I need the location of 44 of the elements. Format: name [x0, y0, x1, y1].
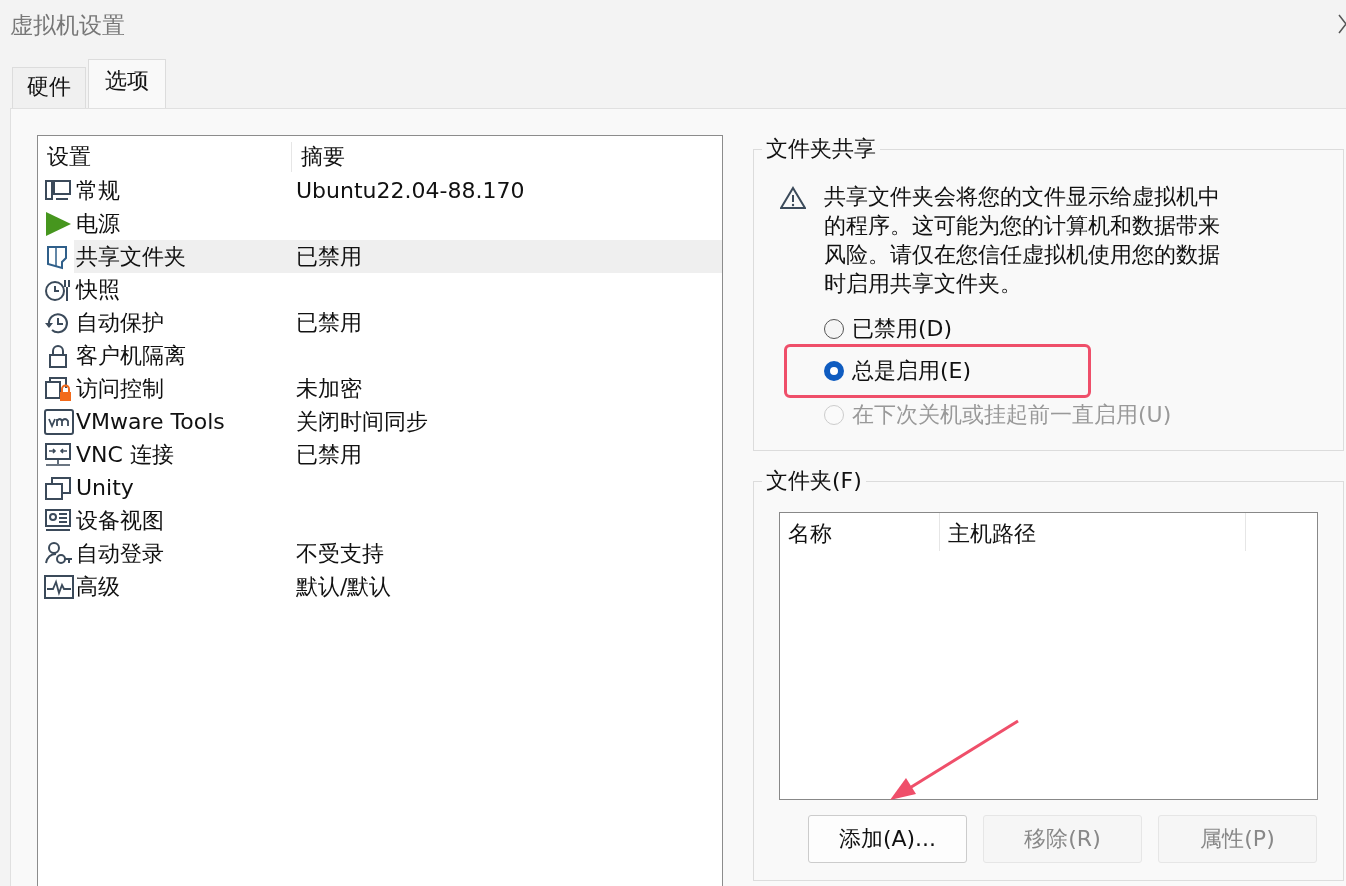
window-lock-icon — [44, 375, 74, 402]
add-button[interactable]: 添加(A)... — [808, 815, 967, 863]
vm-logo-icon — [44, 408, 74, 435]
warning-icon — [780, 186, 806, 210]
setting-name[interactable]: 客户机隔离 — [74, 339, 288, 372]
column-header[interactable]: 名称 — [780, 513, 940, 551]
setting-name[interactable]: 自动登录 — [74, 537, 288, 570]
pulse-icon — [44, 573, 74, 600]
setting-summary: 已禁用 — [296, 242, 362, 271]
setting-name[interactable]: VMware Tools — [74, 405, 288, 438]
radio-button[interactable] — [824, 361, 844, 381]
setting-summary: 已禁用 — [296, 440, 362, 469]
tab[interactable]: 选项 — [88, 59, 166, 108]
radio-button[interactable] — [824, 319, 844, 339]
setting-name[interactable]: 电源 — [74, 207, 288, 240]
setting-name[interactable]: Unity — [74, 471, 288, 504]
setting-name[interactable]: 自动保护 — [74, 306, 288, 339]
setting-summary: 默认/默认 — [296, 572, 392, 601]
setting-name[interactable]: 高级 — [74, 570, 288, 603]
setting-name[interactable]: 设备视图 — [74, 504, 288, 537]
column-header[interactable]: 设置 — [38, 142, 292, 172]
window-title: 虚拟机设置 — [10, 10, 125, 40]
setting-name[interactable]: 常规 — [74, 174, 288, 207]
column-header[interactable]: 摘要 — [292, 142, 345, 172]
radio-label: 在下次关机或挂起前一直启用(U) — [852, 401, 1172, 429]
setting-summary: 未加密 — [296, 374, 362, 403]
radio-label[interactable]: 已禁用(D) — [852, 314, 953, 344]
user-key-icon — [44, 540, 74, 567]
setting-name[interactable]: 快照 — [74, 273, 288, 306]
setting-name[interactable]: 共享文件夹 — [74, 240, 288, 273]
setting-name[interactable]: VNC 连接 — [74, 438, 288, 471]
setting-summary: 关闭时间同步 — [296, 407, 428, 436]
folder-table[interactable]: 名称 主机路径 — [779, 512, 1318, 800]
setting-summary: Ubuntu22.04-88.170 — [296, 178, 525, 203]
setting-name[interactable]: 访问控制 — [74, 372, 288, 405]
radio-label[interactable]: 总是启用(E) — [852, 356, 972, 386]
setting-summary: 已禁用 — [296, 308, 362, 337]
warning-text: 共享文件夹会将您的文件显示给虚拟机中的程序。这可能为您的计算机和数据带来风险。请仅在您信任虚拟机使用您的数据时启用共享文件夹。 — [824, 183, 1221, 298]
tab[interactable]: 硬件 — [12, 67, 86, 108]
setting-summary: 不受支持 — [296, 539, 384, 568]
appliance-icon — [44, 507, 74, 534]
windows-icon — [44, 474, 74, 501]
display-arrows-icon — [44, 441, 74, 468]
column-header[interactable]: 主机路径 — [940, 513, 1246, 551]
